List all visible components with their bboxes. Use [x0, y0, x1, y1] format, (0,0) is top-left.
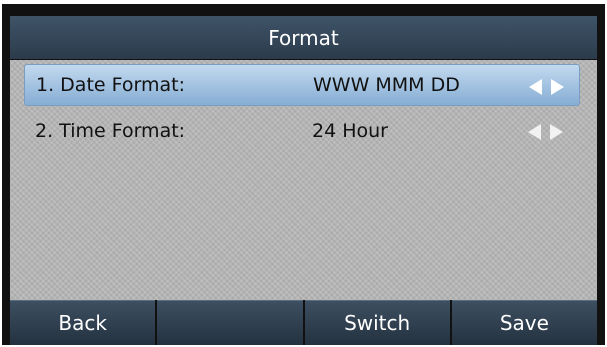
item-label: 1. Date Format: — [36, 74, 185, 96]
settings-list: 1. Date Format: WWW MMM DD 2. Time Forma… — [10, 60, 597, 300]
list-item-date-format[interactable]: 1. Date Format: WWW MMM DD — [24, 64, 580, 106]
empty-softkey[interactable] — [157, 300, 303, 345]
softkey-bar: Back Switch Save — [10, 300, 597, 345]
left-arrow-icon[interactable] — [529, 79, 542, 95]
switch-button[interactable]: Switch — [304, 300, 450, 345]
back-button[interactable]: Back — [10, 300, 156, 345]
page-title: Format — [10, 16, 597, 59]
phone-screen: Format 1. Date Format: WWW MMM DD 2. Tim… — [2, 4, 605, 345]
item-value: 24 Hour — [312, 120, 388, 142]
value-switcher[interactable] — [528, 124, 576, 140]
right-arrow-icon[interactable] — [551, 79, 564, 95]
save-button[interactable]: Save — [451, 300, 597, 345]
list-item-time-format[interactable]: 2. Time Format: 24 Hour — [24, 110, 580, 152]
left-arrow-icon[interactable] — [528, 124, 541, 140]
item-value: WWW MMM DD — [313, 74, 460, 96]
item-label: 2. Time Format: — [35, 120, 186, 142]
value-switcher[interactable] — [529, 79, 577, 95]
right-arrow-icon[interactable] — [550, 124, 563, 140]
